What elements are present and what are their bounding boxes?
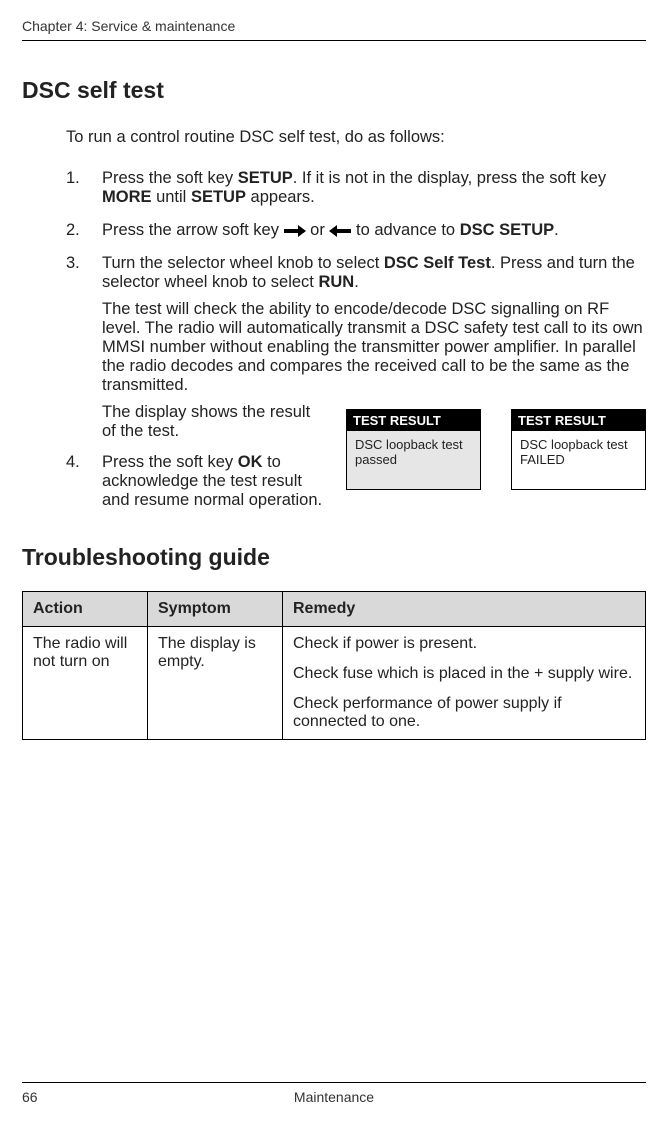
troubleshooting-title: Troubleshooting guide (22, 544, 646, 571)
remedy-line: Check performance of power supply if con… (293, 695, 635, 731)
key-more: MORE (102, 188, 152, 206)
key-dsc-setup: DSC SETUP (460, 221, 554, 239)
key-run: RUN (318, 273, 354, 291)
step-1: 1. Press the soft key SETUP. If it is no… (66, 169, 646, 207)
result-box-body: DSC loopback test passed (347, 431, 480, 489)
key-setup: SETUP (238, 169, 293, 187)
step-list: 1. Press the soft key SETUP. If it is no… (66, 169, 646, 510)
table-header-action: Action (23, 592, 148, 627)
key-setup: SETUP (191, 188, 246, 206)
arrow-left-icon (329, 225, 351, 237)
key-ok: OK (238, 453, 263, 471)
step-text: . (554, 221, 559, 239)
result-box-body: DSC loopback test FAILED (512, 431, 645, 489)
step-text: Press the soft key (102, 169, 238, 187)
result-box-header: TEST RESULT (347, 410, 480, 431)
table-row: The radio will not turn on The display i… (23, 627, 646, 740)
step-number: 1. (66, 169, 80, 188)
table-header-remedy: Remedy (283, 592, 646, 627)
page-number: 66 (22, 1089, 62, 1105)
step-text: appears. (246, 188, 315, 206)
key-dsc-self-test: DSC Self Test (384, 254, 491, 272)
intro-text: To run a control routine DSC self test, … (66, 128, 646, 147)
step-text: until (152, 188, 191, 206)
footer-title: Maintenance (62, 1089, 606, 1105)
chapter-header: Chapter 4: Service & maintenance (22, 18, 646, 41)
remedy-line: Check if power is present. (293, 635, 635, 653)
result-box-failed: TEST RESULT DSC loopback test FAILED (511, 409, 646, 490)
table-header-symptom: Symptom (148, 592, 283, 627)
step-2: 2. Press the arrow soft key or to advanc… (66, 221, 646, 240)
remedy-line: Check fuse which is placed in the + supp… (293, 665, 635, 683)
step-text: Press the soft key (102, 453, 238, 471)
step-number: 2. (66, 221, 80, 240)
step-text: Press the arrow soft key (102, 221, 284, 239)
result-box-header: TEST RESULT (512, 410, 645, 431)
page-footer: 66 Maintenance (22, 1082, 646, 1105)
step-text: or (310, 221, 329, 239)
cell-action: The radio will not turn on (23, 627, 148, 740)
test-result-boxes: TEST RESULT DSC loopback test passed TES… (346, 409, 646, 490)
section-title: DSC self test (22, 77, 646, 104)
step-text: . (354, 273, 359, 291)
step-number: 3. (66, 254, 80, 273)
troubleshooting-table: Action Symptom Remedy The radio will not… (22, 591, 646, 740)
step-text: Turn the selector wheel knob to select (102, 254, 384, 272)
step-text: to advance to (356, 221, 460, 239)
step-number: 4. (66, 453, 80, 472)
result-box-passed: TEST RESULT DSC loopback test passed (346, 409, 481, 490)
step-text: . If it is not in the display, press the… (293, 169, 606, 187)
step-3: 3. Turn the selector wheel knob to selec… (66, 254, 646, 510)
cell-symptom: The display is empty. (148, 627, 283, 740)
display-result-line: The display shows the result of the test… (102, 403, 326, 441)
cell-remedy: Check if power is present. Check fuse wh… (283, 627, 646, 740)
step-3-paragraph: The test will check the ability to encod… (102, 300, 646, 395)
arrow-right-icon (284, 225, 306, 237)
